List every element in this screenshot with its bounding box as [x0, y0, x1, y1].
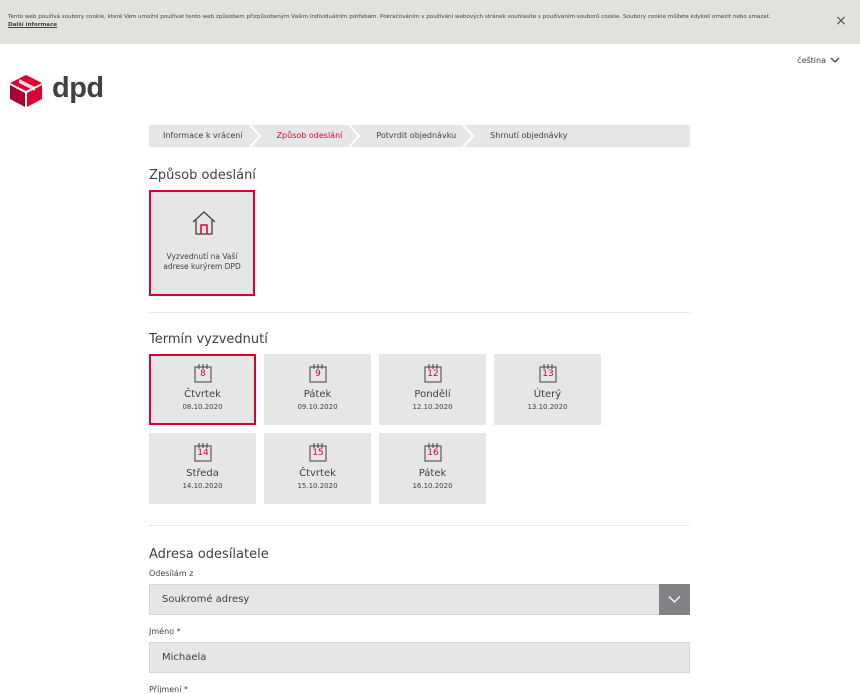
- dpd-cube-icon: [10, 75, 42, 107]
- chevron-right-icon: [462, 125, 475, 147]
- breadcrumb-step-label: Způsob odeslání: [276, 131, 343, 140]
- house-icon: [192, 211, 216, 235]
- chevron-right-icon: [248, 125, 261, 147]
- calendar-day-number: 12: [427, 369, 439, 379]
- breadcrumb-step[interactable]: Způsob odeslání: [263, 125, 363, 147]
- pickup-day-card[interactable]: 14 Středa 14.10.2020: [149, 433, 256, 504]
- pickup-date-title: Termín vyzvednutí: [149, 332, 268, 347]
- pickup-day-date: 13.10.2020: [527, 403, 568, 411]
- pickup-day-date: 08.10.2020: [182, 403, 223, 411]
- pickup-day-card[interactable]: 9 Pátek 09.10.2020: [264, 354, 371, 425]
- calendar-day-number: 13: [542, 369, 554, 379]
- shipping-option-courier-pickup[interactable]: Vyzvednutí na Vaší adrese kurýrem DPD: [149, 190, 255, 296]
- language-selector[interactable]: čeština: [797, 56, 840, 65]
- breadcrumb: Informace k vrácení Způsob odeslání Potvrd…: [149, 125, 690, 147]
- pickup-day-card[interactable]: 16 Pátek 16.10.2020: [379, 433, 486, 504]
- sender-address-title: Adresa odesílatele: [149, 547, 269, 562]
- pickup-day-date: 09.10.2020: [297, 403, 338, 411]
- cookie-bar: Tento web používá soubory cookie, které …: [0, 0, 860, 44]
- first-name-value: Michaela: [162, 652, 207, 663]
- chevron-down-icon: [668, 596, 681, 603]
- sending-from-select[interactable]: Soukromé adresy: [149, 584, 690, 615]
- divider: [149, 312, 690, 313]
- pickup-day-card[interactable]: 8 Čtvrtek 08.10.2020: [149, 354, 256, 425]
- breadcrumb-step-label: Informace k vrácení: [163, 131, 243, 140]
- pickup-day-name: Pondělí: [414, 389, 451, 400]
- sending-from-value: Soukromé adresy: [162, 594, 250, 605]
- pickup-day-name: Čtvrtek: [299, 468, 336, 479]
- pickup-day-card[interactable]: 15 Čtvrtek 15.10.2020: [264, 433, 371, 504]
- pickup-day-date: 12.10.2020: [412, 403, 453, 411]
- first-name-label: Jméno *: [149, 627, 181, 636]
- cookie-text: Tento web používá soubory cookie, které …: [8, 13, 788, 29]
- pickup-day-date: 16.10.2020: [412, 482, 453, 490]
- language-label: čeština: [797, 56, 826, 65]
- pickup-day-date: 15.10.2020: [297, 482, 338, 490]
- calendar-day-number: 15: [312, 448, 324, 458]
- pickup-day-card[interactable]: 13 Úterý 13.10.2020: [494, 354, 601, 425]
- breadcrumb-step[interactable]: Shrnutí objednávky: [476, 125, 587, 147]
- close-icon[interactable]: ×: [834, 14, 848, 28]
- first-name-field[interactable]: Michaela: [149, 642, 690, 673]
- pickup-day-card[interactable]: 12 Pondělí 12.10.2020: [379, 354, 486, 425]
- cookie-message: Tento web používá soubory cookie, které …: [8, 14, 771, 20]
- calendar-day-number: 14: [197, 448, 209, 458]
- calendar-day-number: 9: [315, 369, 321, 379]
- divider: [149, 525, 690, 526]
- sending-from-label: Odesílám z: [149, 569, 194, 578]
- calendar-day-number: 16: [427, 448, 439, 458]
- pickup-day-name: Úterý: [533, 389, 562, 400]
- chevron-right-icon: [348, 125, 361, 147]
- breadcrumb-step[interactable]: Informace k vrácení: [149, 125, 263, 147]
- shipping-method-title: Způsob odeslání: [149, 168, 256, 183]
- logo-text: dpd: [52, 72, 104, 104]
- cookie-more-info-link[interactable]: Další informace: [8, 22, 57, 28]
- breadcrumb-step-label: Shrnutí objednávky: [490, 131, 568, 140]
- calendar-day-number: 8: [200, 369, 206, 379]
- pickup-day-name: Čtvrtek: [184, 389, 221, 400]
- pickup-day-name: Středa: [186, 468, 219, 479]
- pickup-day-name: Pátek: [303, 389, 332, 400]
- breadcrumb-step-label: Potvrdit objednávku: [376, 131, 457, 140]
- shipping-option-label: Vyzvednutí na Vaší adrese kurýrem DPD: [163, 252, 241, 271]
- dpd-logo[interactable]: dpd: [8, 72, 118, 108]
- breadcrumb-step[interactable]: Potvrdit objednávku: [362, 125, 476, 147]
- pickup-day-date: 14.10.2020: [182, 482, 223, 490]
- chevron-down-icon: [830, 57, 840, 63]
- pickup-day-name: Pátek: [418, 468, 447, 479]
- select-dropdown-button[interactable]: [659, 584, 690, 615]
